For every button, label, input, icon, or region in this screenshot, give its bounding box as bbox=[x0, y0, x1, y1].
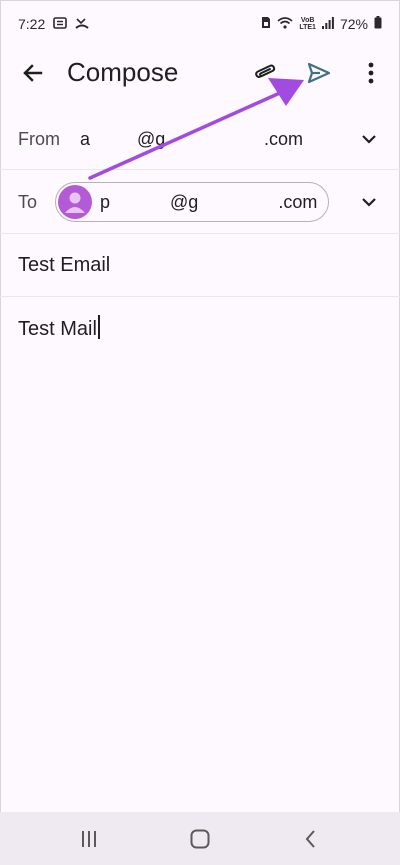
avatar bbox=[58, 185, 92, 219]
send-icon[interactable] bbox=[305, 59, 333, 87]
recents-icon[interactable] bbox=[76, 826, 102, 852]
from-row: From a @g .com bbox=[0, 108, 400, 170]
recipient-email: p @g .com bbox=[100, 192, 318, 212]
chevron-down-icon[interactable] bbox=[360, 193, 378, 211]
subject-field[interactable]: Test Email bbox=[18, 254, 110, 277]
nav-back-icon[interactable] bbox=[298, 826, 324, 852]
sim-icon bbox=[261, 16, 271, 32]
volte-icon: VoB LTE1 bbox=[299, 17, 316, 31]
status-bar: 7:22 VoB LTE1 72% bbox=[0, 0, 400, 48]
recipient-chip[interactable]: p @g .com bbox=[55, 182, 329, 222]
notification-icon bbox=[53, 16, 68, 32]
from-field[interactable]: a @g .com bbox=[80, 129, 303, 150]
subject-row[interactable]: Test Email bbox=[0, 234, 400, 297]
to-row: To p @g .com bbox=[0, 170, 400, 234]
system-nav-bar bbox=[0, 812, 400, 865]
from-value-end: .com bbox=[264, 129, 304, 149]
body-text: Test Mail bbox=[18, 318, 97, 340]
signal-icon bbox=[321, 16, 334, 32]
missed-call-icon bbox=[75, 16, 89, 32]
app-bar: Compose bbox=[0, 48, 400, 100]
from-label: From bbox=[18, 129, 60, 149]
page-title: Compose bbox=[67, 57, 179, 87]
wifi-icon bbox=[277, 16, 293, 32]
from-value-start: a bbox=[80, 129, 91, 149]
battery-percent: 72% bbox=[339, 16, 368, 32]
text-cursor bbox=[97, 315, 100, 339]
more-vert-icon[interactable] bbox=[360, 60, 382, 86]
volte-line2: LTE1 bbox=[299, 24, 316, 31]
volte-line1: VoB bbox=[300, 17, 315, 24]
to-label: To bbox=[18, 192, 38, 212]
body-field[interactable]: Test Mail bbox=[18, 315, 100, 341]
body-row[interactable]: Test Mail bbox=[0, 297, 400, 417]
home-icon[interactable] bbox=[187, 826, 213, 852]
attach-icon[interactable] bbox=[253, 61, 279, 87]
from-value-mid: @g bbox=[137, 129, 166, 149]
chevron-down-icon[interactable] bbox=[360, 130, 378, 148]
battery-icon bbox=[374, 16, 382, 32]
status-time: 7:22 bbox=[18, 16, 46, 32]
back-arrow-icon[interactable] bbox=[20, 60, 46, 86]
